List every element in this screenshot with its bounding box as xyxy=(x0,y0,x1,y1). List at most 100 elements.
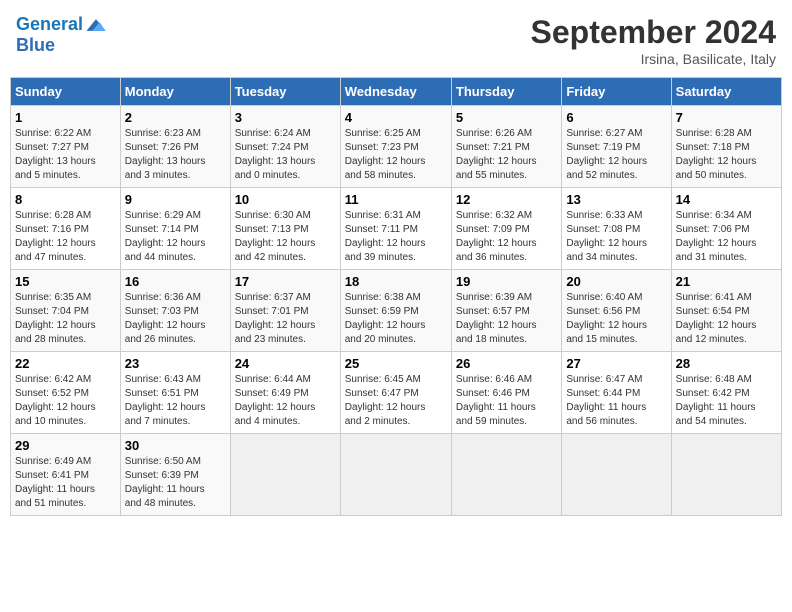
day-info: Sunrise: 6:48 AMSunset: 6:42 PMDaylight:… xyxy=(676,373,777,429)
day-info: Sunrise: 6:43 AMSunset: 6:51 PMDaylight:… xyxy=(125,373,226,429)
day-info: Sunrise: 6:44 AMSunset: 6:49 PMDaylight:… xyxy=(235,373,336,429)
calendar-cell: 16 Sunrise: 6:36 AMSunset: 7:03 PMDayligh… xyxy=(120,270,230,352)
day-number: 28 xyxy=(676,356,777,371)
day-number: 6 xyxy=(566,110,666,125)
day-number: 17 xyxy=(235,274,336,289)
calendar-cell: 28 Sunrise: 6:48 AMSunset: 6:42 PMDayligh… xyxy=(671,352,781,434)
day-info: Sunrise: 6:49 AMSunset: 6:41 PMDaylight:… xyxy=(15,455,116,511)
day-number: 3 xyxy=(235,110,336,125)
calendar-cell xyxy=(671,434,781,516)
day-number: 7 xyxy=(676,110,777,125)
day-info: Sunrise: 6:46 AMSunset: 6:46 PMDaylight:… xyxy=(456,373,557,429)
location-subtitle: Irsina, Basilicate, Italy xyxy=(531,51,776,67)
day-number: 25 xyxy=(345,356,447,371)
logo-text: General xyxy=(16,14,107,36)
day-info: Sunrise: 6:32 AMSunset: 7:09 PMDaylight:… xyxy=(456,209,557,265)
calendar-cell: 29 Sunrise: 6:49 AMSunset: 6:41 PMDayligh… xyxy=(11,434,121,516)
calendar-cell: 23 Sunrise: 6:43 AMSunset: 6:51 PMDayligh… xyxy=(120,352,230,434)
calendar-cell: 20Sunrise: 6:40 AMSunset: 6:56 PMDayligh… xyxy=(562,270,671,352)
calendar-cell: 18 Sunrise: 6:38 AMSunset: 6:59 PMDayligh… xyxy=(340,270,451,352)
calendar-cell: 30 Sunrise: 6:50 AMSunset: 6:39 PMDayligh… xyxy=(120,434,230,516)
calendar-cell: 26 Sunrise: 6:46 AMSunset: 6:46 PMDayligh… xyxy=(451,352,561,434)
calendar-cell: 10 Sunrise: 6:30 AMSunset: 7:13 PMDayligh… xyxy=(230,188,340,270)
logo-blue: Blue xyxy=(16,36,107,56)
weekday-header-sunday: Sunday xyxy=(11,78,121,106)
day-number: 30 xyxy=(125,438,226,453)
calendar-cell: 13 Sunrise: 6:33 AMSunset: 7:08 PMDayligh… xyxy=(562,188,671,270)
calendar-cell: 12 Sunrise: 6:32 AMSunset: 7:09 PMDayligh… xyxy=(451,188,561,270)
title-block: September 2024 Irsina, Basilicate, Italy xyxy=(531,14,776,67)
day-info: Sunrise: 6:37 AMSunset: 7:01 PMDaylight:… xyxy=(235,291,336,347)
day-info: Sunrise: 6:35 AMSunset: 7:04 PMDaylight:… xyxy=(15,291,116,347)
day-number: 19 xyxy=(456,274,557,289)
day-number: 11 xyxy=(345,192,447,207)
weekday-header-wednesday: Wednesday xyxy=(340,78,451,106)
day-info: Sunrise: 6:25 AMSunset: 7:23 PMDaylight:… xyxy=(345,127,447,183)
day-info: Sunrise: 6:24 AMSunset: 7:24 PMDaylight:… xyxy=(235,127,336,183)
weekday-header-thursday: Thursday xyxy=(451,78,561,106)
day-number: 21 xyxy=(676,274,777,289)
day-info: Sunrise: 6:28 AMSunset: 7:16 PMDaylight:… xyxy=(15,209,116,265)
calendar-cell: 7 Sunrise: 6:28 AMSunset: 7:18 PMDaylight… xyxy=(671,106,781,188)
day-number: 4 xyxy=(345,110,447,125)
calendar-cell: 2Sunrise: 6:23 AMSunset: 7:26 PMDaylight… xyxy=(120,106,230,188)
weekday-header-saturday: Saturday xyxy=(671,78,781,106)
day-number: 20 xyxy=(566,274,666,289)
day-info: Sunrise: 6:33 AMSunset: 7:08 PMDaylight:… xyxy=(566,209,666,265)
day-number: 27 xyxy=(566,356,666,371)
calendar-cell: 19 Sunrise: 6:39 AMSunset: 6:57 PMDayligh… xyxy=(451,270,561,352)
day-info: Sunrise: 6:41 AMSunset: 6:54 PMDaylight:… xyxy=(676,291,777,347)
day-number: 1 xyxy=(15,110,116,125)
day-info: Sunrise: 6:26 AMSunset: 7:21 PMDaylight:… xyxy=(456,127,557,183)
calendar-cell: 22 Sunrise: 6:42 AMSunset: 6:52 PMDayligh… xyxy=(11,352,121,434)
day-number: 18 xyxy=(345,274,447,289)
weekday-header-friday: Friday xyxy=(562,78,671,106)
day-info: Sunrise: 6:34 AMSunset: 7:06 PMDaylight:… xyxy=(676,209,777,265)
day-info: Sunrise: 6:47 AMSunset: 6:44 PMDaylight:… xyxy=(566,373,666,429)
day-info: Sunrise: 6:29 AMSunset: 7:14 PMDaylight:… xyxy=(125,209,226,265)
weekday-header-tuesday: Tuesday xyxy=(230,78,340,106)
day-info: Sunrise: 6:36 AMSunset: 7:03 PMDaylight:… xyxy=(125,291,226,347)
day-number: 15 xyxy=(15,274,116,289)
day-number: 24 xyxy=(235,356,336,371)
calendar-cell xyxy=(562,434,671,516)
day-number: 29 xyxy=(15,438,116,453)
calendar-cell: 21 Sunrise: 6:41 AMSunset: 6:54 PMDayligh… xyxy=(671,270,781,352)
day-number: 16 xyxy=(125,274,226,289)
day-info: Sunrise: 6:31 AMSunset: 7:11 PMDaylight:… xyxy=(345,209,447,265)
day-number: 14 xyxy=(676,192,777,207)
day-number: 13 xyxy=(566,192,666,207)
day-info: Sunrise: 6:28 AMSunset: 7:18 PMDaylight:… xyxy=(676,127,777,183)
day-info: Sunrise: 6:22 AMSunset: 7:27 PMDaylight:… xyxy=(15,127,116,183)
calendar-cell: 15 Sunrise: 6:35 AMSunset: 7:04 PMDayligh… xyxy=(11,270,121,352)
calendar-cell: 11 Sunrise: 6:31 AMSunset: 7:11 PMDayligh… xyxy=(340,188,451,270)
day-number: 10 xyxy=(235,192,336,207)
day-info: Sunrise: 6:42 AMSunset: 6:52 PMDaylight:… xyxy=(15,373,116,429)
page-header: General Blue September 2024 Irsina, Basi… xyxy=(10,10,782,71)
calendar-cell xyxy=(340,434,451,516)
calendar-cell: 5 Sunrise: 6:26 AMSunset: 7:21 PMDaylight… xyxy=(451,106,561,188)
day-number: 5 xyxy=(456,110,557,125)
calendar-cell: 17 Sunrise: 6:37 AMSunset: 7:01 PMDayligh… xyxy=(230,270,340,352)
calendar-cell xyxy=(230,434,340,516)
calendar-cell: 9 Sunrise: 6:29 AMSunset: 7:14 PMDaylight… xyxy=(120,188,230,270)
day-info: Sunrise: 6:30 AMSunset: 7:13 PMDaylight:… xyxy=(235,209,336,265)
day-number: 2 xyxy=(125,110,226,125)
day-number: 22 xyxy=(15,356,116,371)
day-number: 8 xyxy=(15,192,116,207)
day-number: 9 xyxy=(125,192,226,207)
day-number: 23 xyxy=(125,356,226,371)
day-number: 26 xyxy=(456,356,557,371)
day-info: Sunrise: 6:39 AMSunset: 6:57 PMDaylight:… xyxy=(456,291,557,347)
weekday-header-monday: Monday xyxy=(120,78,230,106)
calendar-cell: 3 Sunrise: 6:24 AMSunset: 7:24 PMDaylight… xyxy=(230,106,340,188)
day-info: Sunrise: 6:38 AMSunset: 6:59 PMDaylight:… xyxy=(345,291,447,347)
calendar-cell: 8 Sunrise: 6:28 AMSunset: 7:16 PMDaylight… xyxy=(11,188,121,270)
calendar-cell: 6 Sunrise: 6:27 AMSunset: 7:19 PMDaylight… xyxy=(562,106,671,188)
calendar-cell: 27 Sunrise: 6:47 AMSunset: 6:44 PMDayligh… xyxy=(562,352,671,434)
logo: General Blue xyxy=(16,14,107,56)
day-info: Sunrise: 6:50 AMSunset: 6:39 PMDaylight:… xyxy=(125,455,226,511)
day-info: Sunrise: 6:27 AMSunset: 7:19 PMDaylight:… xyxy=(566,127,666,183)
calendar-table: SundayMondayTuesdayWednesdayThursdayFrid… xyxy=(10,77,782,516)
day-number: 12 xyxy=(456,192,557,207)
